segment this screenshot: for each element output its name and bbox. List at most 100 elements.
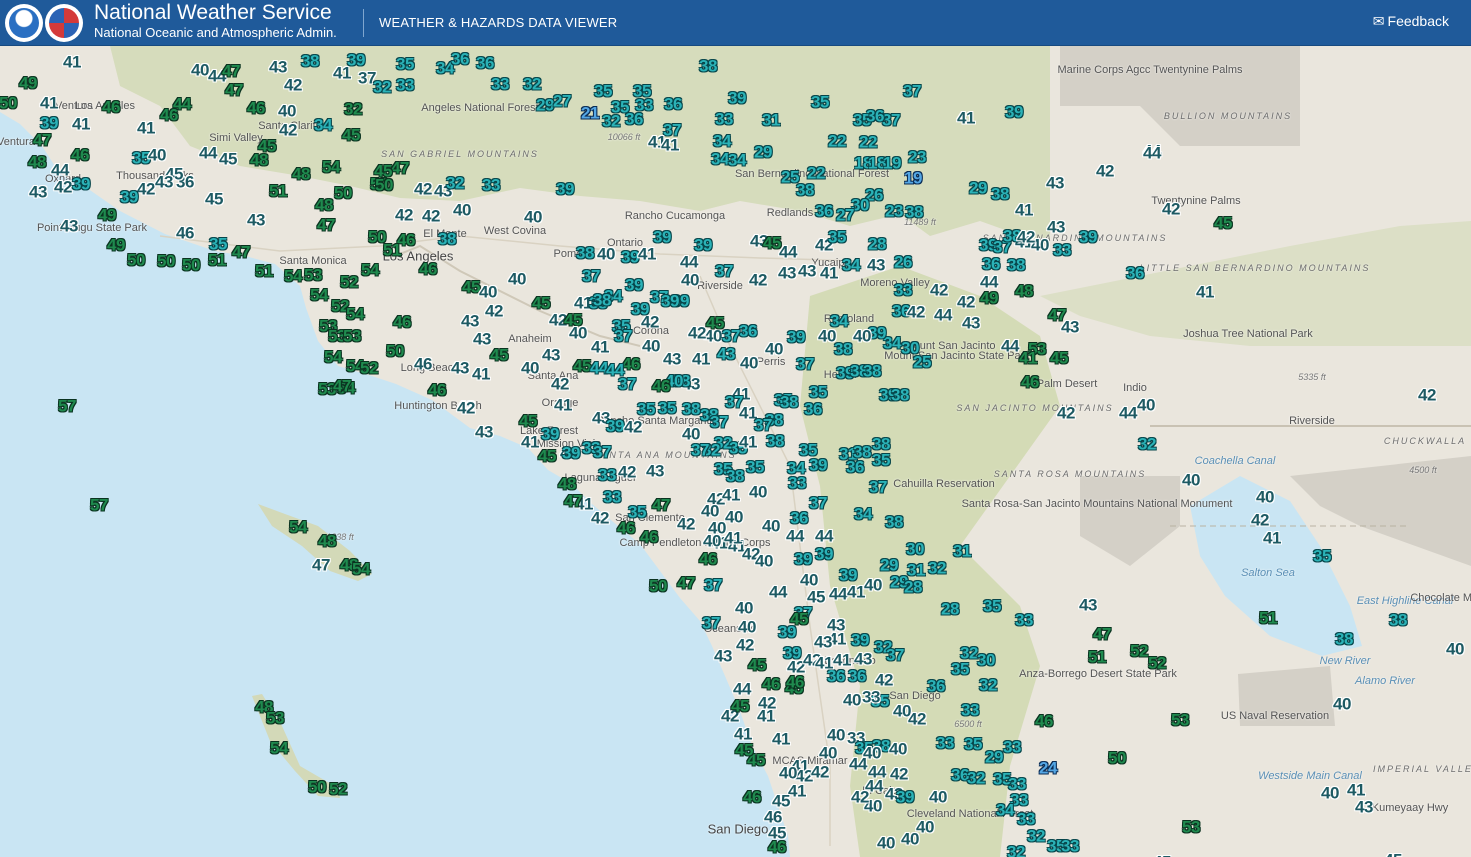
temperature-observation[interactable]: 37 (725, 394, 743, 411)
temperature-observation[interactable]: 47 (317, 217, 335, 234)
temperature-observation[interactable]: 40 (569, 325, 587, 342)
temperature-observation[interactable]: 22 (828, 133, 846, 150)
temperature-observation[interactable]: 44 (1001, 338, 1019, 355)
temperature-observation[interactable]: 35 (658, 400, 676, 417)
temperature-observation[interactable]: 37 (715, 263, 733, 280)
temperature-observation[interactable]: 41 (1019, 350, 1037, 367)
temperature-observation[interactable]: 40 (681, 272, 699, 289)
temperature-observation[interactable]: 34 (711, 151, 729, 168)
temperature-observation[interactable]: 46 (640, 529, 658, 546)
temperature-observation[interactable]: 46 (176, 225, 194, 242)
temperature-observation[interactable]: 35 (746, 459, 764, 476)
temperature-observation[interactable]: 40 (701, 503, 719, 520)
temperature-observation[interactable]: 37 (796, 356, 814, 373)
temperature-observation[interactable]: 42 (1162, 201, 1180, 218)
temperature-observation[interactable]: 45 (374, 163, 392, 180)
temperature-observation[interactable]: 51 (1088, 649, 1106, 666)
temperature-observation[interactable]: 38 (1007, 257, 1025, 274)
temperature-observation[interactable]: 39 (728, 90, 746, 107)
temperature-observation[interactable]: 39 (694, 237, 712, 254)
temperature-observation[interactable]: 42 (485, 303, 503, 320)
temperature-observation[interactable]: 40 (779, 765, 797, 782)
temperature-observation[interactable]: 42 (591, 510, 609, 527)
temperature-observation[interactable]: 40 (877, 835, 895, 852)
temperature-observation[interactable]: 32 (602, 113, 620, 130)
temperature-observation[interactable]: 48 (292, 166, 310, 183)
temperature-observation[interactable]: 25 (913, 354, 931, 371)
temperature-observation[interactable]: 39 (896, 789, 914, 806)
feedback-link[interactable]: ✉ Feedback (1373, 13, 1449, 30)
temperature-observation[interactable]: 39 (1079, 229, 1097, 246)
temperature-observation[interactable]: 33 (1015, 612, 1033, 629)
temperature-observation[interactable]: 27 (836, 207, 854, 224)
temperature-observation[interactable]: 46 (743, 789, 761, 806)
temperature-observation[interactable]: 49 (98, 207, 116, 224)
temperature-observation[interactable]: 44 (606, 362, 624, 379)
temperature-observation[interactable]: 38 (1389, 612, 1407, 629)
temperature-observation[interactable]: 41 (724, 530, 742, 547)
temperature-observation[interactable]: 41 (757, 708, 775, 725)
temperature-observation[interactable]: 41 (63, 54, 81, 71)
temperature-observation[interactable]: 39 (625, 277, 643, 294)
temperature-observation[interactable]: 30 (977, 652, 995, 669)
temperature-observation[interactable]: 32 (1027, 828, 1045, 845)
temperature-observation[interactable]: 33 (603, 489, 621, 506)
temperature-observation[interactable]: 46 (622, 356, 640, 373)
temperature-observation[interactable]: 39 (778, 624, 796, 641)
temperature-observation[interactable]: 54 (310, 287, 328, 304)
temperature-observation[interactable]: 29 (880, 557, 898, 574)
temperature-observation[interactable]: 41 (554, 397, 572, 414)
temperature-observation[interactable]: 43 (646, 463, 664, 480)
temperature-observation[interactable]: 40 (853, 328, 871, 345)
temperature-observation[interactable]: 35 (628, 504, 646, 521)
temperature-observation[interactable]: 37 (704, 577, 722, 594)
temperature-observation[interactable]: 32 (979, 677, 997, 694)
temperature-observation[interactable]: 40 (703, 533, 721, 550)
temperature-observation[interactable]: 39 (631, 301, 649, 318)
temperature-observation[interactable]: 41 (1196, 284, 1214, 301)
temperature-observation[interactable]: 52 (329, 781, 347, 798)
temperature-observation[interactable]: 53 (266, 710, 284, 727)
temperature-observation[interactable]: 23 (908, 149, 926, 166)
temperature-observation[interactable]: 31 (762, 112, 780, 129)
temperature-observation[interactable]: 40 (893, 703, 911, 720)
temperature-observation[interactable]: 40 (800, 572, 818, 589)
temperature-observation[interactable]: 39 (661, 293, 679, 310)
temperature-observation[interactable]: 43 (714, 648, 732, 665)
temperature-observation[interactable]: 48 (315, 197, 333, 214)
temperature-observation[interactable]: 39 (40, 115, 58, 132)
temperature-observation[interactable]: 37 (614, 328, 632, 345)
temperature-observation[interactable]: 34 (830, 313, 848, 330)
temperature-observation[interactable]: 44 (769, 584, 787, 601)
temperature-observation[interactable]: 40 (642, 338, 660, 355)
temperature-observation[interactable]: 32 (344, 101, 362, 118)
temperature-observation[interactable]: 33 (894, 282, 912, 299)
temperature-observation[interactable]: 23 (885, 203, 903, 220)
temperature-observation[interactable]: 48 (250, 152, 268, 169)
temperature-observation[interactable]: 54 (346, 306, 364, 323)
temperature-observation[interactable]: 28 (904, 579, 922, 596)
temperature-observation[interactable]: 49 (980, 290, 998, 307)
temperature-observation[interactable]: 45 (573, 358, 591, 375)
temperature-observation[interactable]: 45 (1050, 350, 1068, 367)
temperature-observation[interactable]: 38 (301, 53, 319, 70)
temperature-observation[interactable]: 50 (127, 252, 145, 269)
temperature-observation[interactable]: 40 (1446, 641, 1464, 658)
temperature-observation[interactable]: 36 (815, 203, 833, 220)
temperature-observation[interactable]: 43 (155, 174, 173, 191)
temperature-observation[interactable]: 31 (953, 543, 971, 560)
temperature-observation[interactable]: 37 (754, 417, 772, 434)
temperature-observation[interactable]: 38 (905, 204, 923, 221)
temperature-observation[interactable]: 41 (722, 487, 740, 504)
temperature-observation[interactable]: 47 (225, 82, 243, 99)
temperature-observation[interactable]: 40 (765, 341, 783, 358)
temperature-observation[interactable]: 42 (890, 766, 908, 783)
temperature-observation[interactable]: 33 (1017, 811, 1035, 828)
temperature-observation[interactable]: 40 (725, 509, 743, 526)
noaa-logo[interactable] (5, 4, 43, 42)
temperature-observation[interactable]: 40 (740, 355, 758, 372)
temperature-observation[interactable]: 46 (1021, 374, 1039, 391)
temperature-observation[interactable]: 41 (957, 110, 975, 127)
temperature-observation[interactable]: 40 (762, 518, 780, 535)
temperature-observation[interactable]: 40 (843, 692, 861, 709)
